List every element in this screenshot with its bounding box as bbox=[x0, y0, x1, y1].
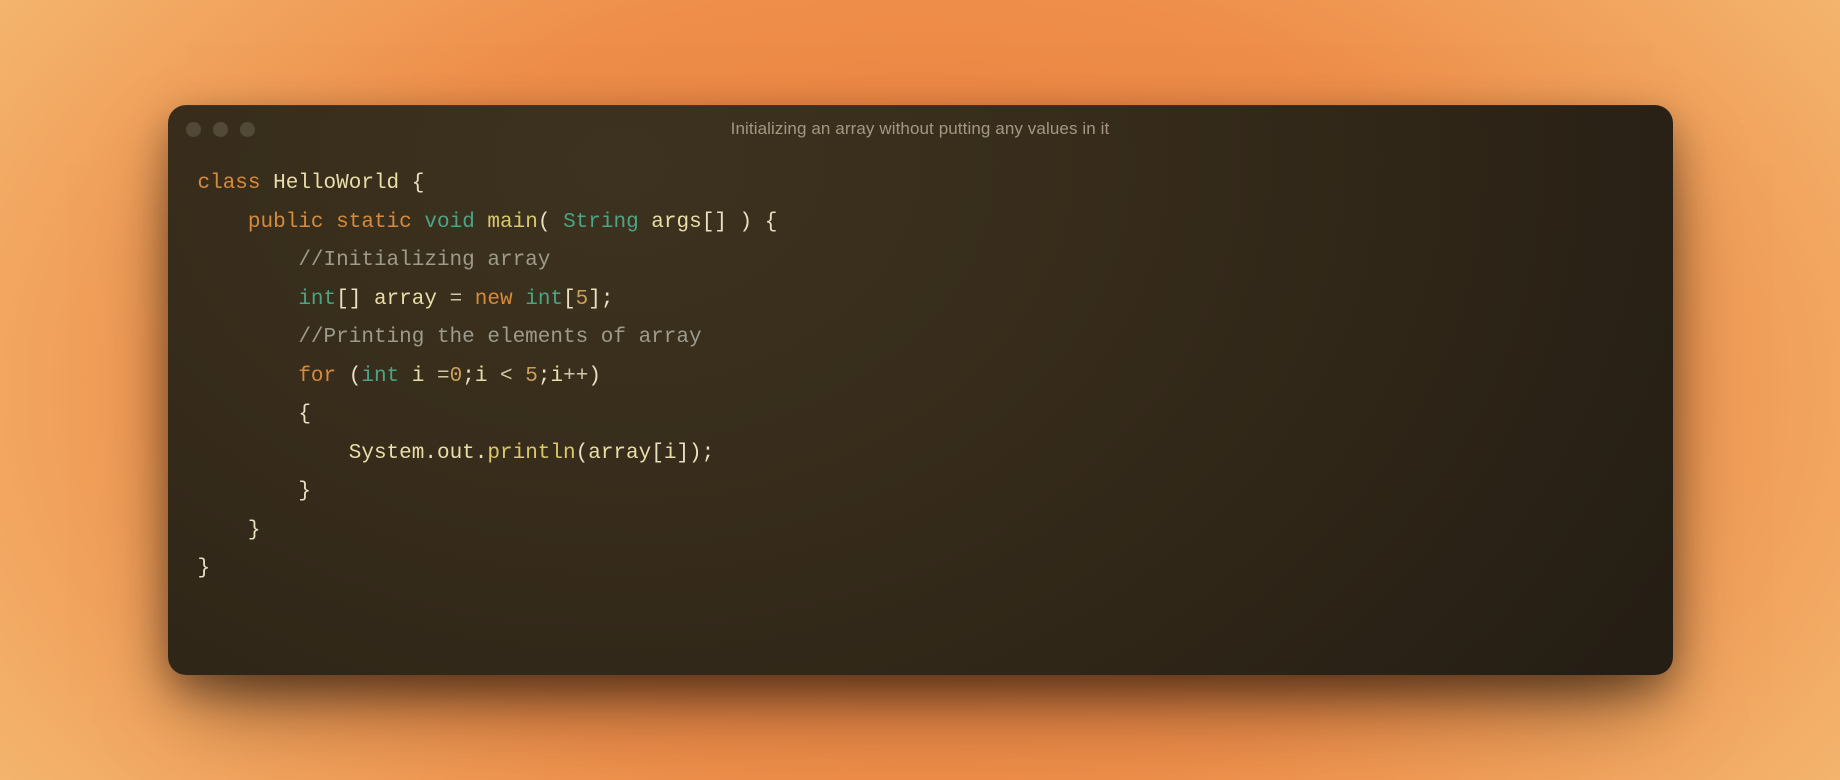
code-token-punc bbox=[198, 365, 299, 388]
window-title: Initializing an array without putting an… bbox=[168, 119, 1673, 139]
code-token-id: i bbox=[412, 365, 425, 388]
code-token-punc: ( bbox=[538, 211, 563, 234]
code-token-id: HelloWorld bbox=[273, 172, 399, 195]
code-token-op: = bbox=[450, 288, 463, 311]
window-titlebar: Initializing an array without putting an… bbox=[168, 105, 1673, 153]
code-token-punc bbox=[424, 365, 437, 388]
code-token-id: i bbox=[475, 365, 488, 388]
code-token-punc bbox=[198, 211, 248, 234]
code-token-punc bbox=[198, 288, 299, 311]
code-token-punc bbox=[639, 211, 652, 234]
code-token-type: int bbox=[361, 365, 399, 388]
code-token-id: args bbox=[651, 211, 701, 234]
code-token-punc: { bbox=[198, 403, 311, 426]
code-token-type: void bbox=[424, 211, 474, 234]
code-token-punc bbox=[487, 365, 500, 388]
code-token-id: out bbox=[437, 442, 475, 465]
code-token-num: 5 bbox=[525, 365, 538, 388]
code-token-punc bbox=[399, 365, 412, 388]
code-token-id: i bbox=[664, 442, 677, 465]
close-icon[interactable] bbox=[186, 122, 201, 137]
code-token-punc bbox=[437, 288, 450, 311]
code-token-comm: //Printing the elements of array bbox=[298, 326, 701, 349]
code-token-punc bbox=[198, 442, 349, 465]
traffic-lights bbox=[186, 122, 255, 137]
code-token-comm: //Initializing array bbox=[298, 249, 550, 272]
code-token-punc: [ bbox=[563, 288, 576, 311]
code-area: class HelloWorld { public static void ma… bbox=[168, 153, 1673, 613]
code-token-punc bbox=[198, 326, 299, 349]
code-token-punc: ( bbox=[336, 365, 361, 388]
code-token-punc bbox=[513, 288, 526, 311]
code-token-fn: main bbox=[487, 211, 537, 234]
code-token-punc bbox=[412, 211, 425, 234]
code-token-punc bbox=[462, 288, 475, 311]
code-token-punc: ) bbox=[588, 365, 601, 388]
code-token-punc: ; bbox=[538, 365, 551, 388]
code-token-id: i bbox=[550, 365, 563, 388]
code-token-punc: . bbox=[424, 442, 437, 465]
code-token-punc: { bbox=[399, 172, 424, 195]
code-token-punc bbox=[475, 211, 488, 234]
code-token-kw: for bbox=[298, 365, 336, 388]
code-token-punc bbox=[198, 249, 299, 272]
code-token-type: int bbox=[525, 288, 563, 311]
minimize-icon[interactable] bbox=[213, 122, 228, 137]
code-token-punc: [] bbox=[336, 288, 374, 311]
code-token-punc: ( bbox=[576, 442, 589, 465]
code-token-kw: class bbox=[198, 172, 261, 195]
code-token-punc bbox=[513, 365, 526, 388]
code-token-type: String bbox=[563, 211, 639, 234]
code-token-op: = bbox=[437, 365, 450, 388]
code-token-punc: } bbox=[198, 557, 211, 580]
code-token-kw: public bbox=[248, 211, 324, 234]
code-token-punc: ]); bbox=[676, 442, 714, 465]
code-token-num: 5 bbox=[576, 288, 589, 311]
code-token-id: array bbox=[588, 442, 651, 465]
code-window: Initializing an array without putting an… bbox=[168, 105, 1673, 675]
code-token-punc: } bbox=[198, 519, 261, 542]
code-block[interactable]: class HelloWorld { public static void ma… bbox=[198, 165, 1643, 589]
code-token-punc: } bbox=[198, 480, 311, 503]
code-token-punc: . bbox=[475, 442, 488, 465]
code-token-type: int bbox=[298, 288, 336, 311]
code-token-fn: println bbox=[487, 442, 575, 465]
code-token-id: array bbox=[374, 288, 437, 311]
code-token-punc: [ bbox=[651, 442, 664, 465]
code-token-punc bbox=[324, 211, 337, 234]
code-token-id: System bbox=[349, 442, 425, 465]
code-token-kw: static bbox=[336, 211, 412, 234]
code-token-kw: new bbox=[475, 288, 513, 311]
code-token-punc: ]; bbox=[588, 288, 613, 311]
code-token-op: ++ bbox=[563, 365, 588, 388]
code-token-punc bbox=[261, 172, 274, 195]
maximize-icon[interactable] bbox=[240, 122, 255, 137]
code-token-op: < bbox=[500, 365, 513, 388]
code-token-punc: ; bbox=[462, 365, 475, 388]
code-token-num: 0 bbox=[450, 365, 463, 388]
code-token-punc: [] ) { bbox=[702, 211, 778, 234]
